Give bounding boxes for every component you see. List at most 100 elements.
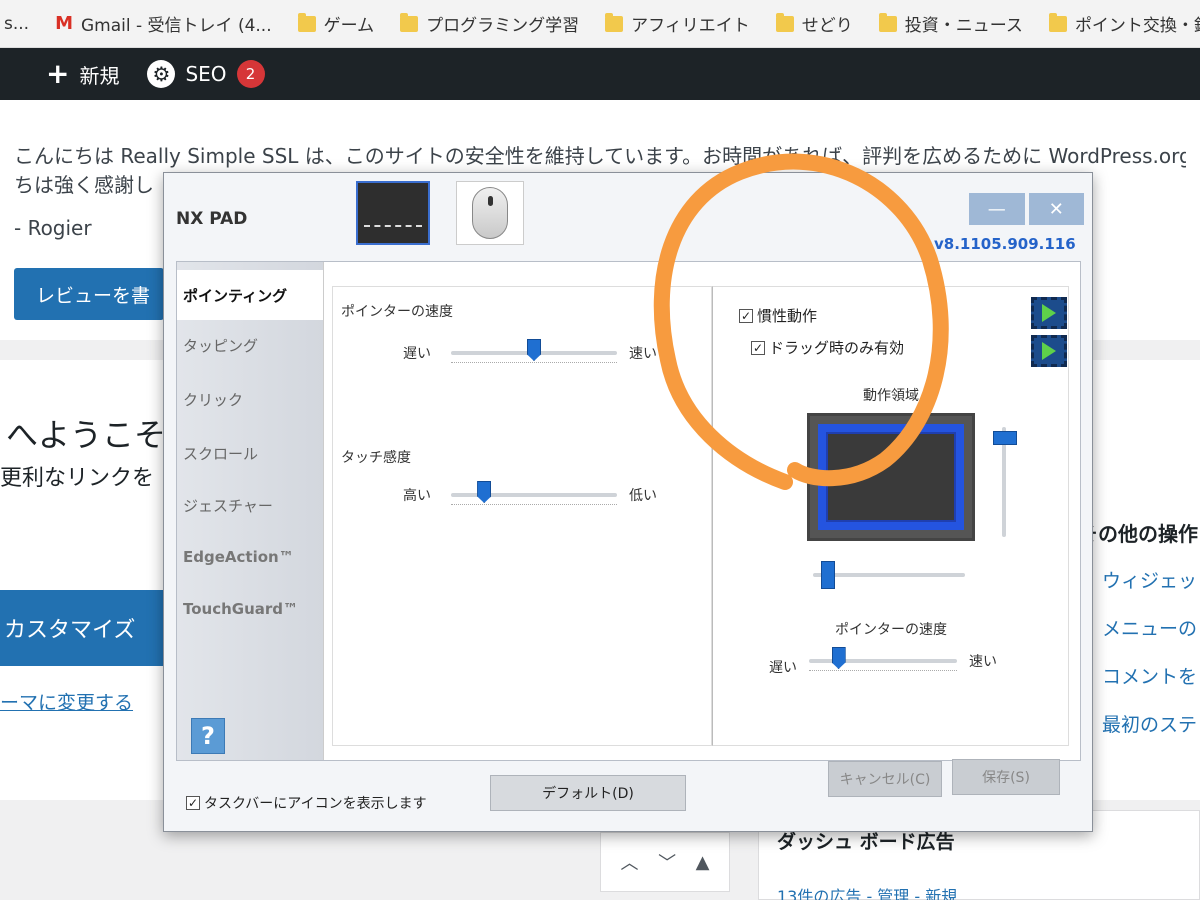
bookmark-label: プログラミング学習 bbox=[426, 16, 580, 36]
checkbox-icon: ✓ bbox=[739, 308, 753, 323]
touch-sensitivity-min: 高い bbox=[403, 488, 431, 504]
bookmark-folder-affiliate[interactable]: アフィリエイト bbox=[605, 11, 750, 36]
op-label: メニューの bbox=[1102, 618, 1198, 640]
welcome-subtitle: 更利なリンクを bbox=[0, 466, 155, 491]
inertia-settings-pane: ✓ 慣性動作 ✓ ドラッグ時のみ有効 動作領域 ポインターの速度 遅い 速い bbox=[712, 286, 1069, 746]
inertia-speed-max: 速い bbox=[969, 654, 997, 670]
new-content-menu[interactable]: + 新規 bbox=[46, 60, 119, 89]
bookmark-label: Gmail - 受信トレイ (4... bbox=[81, 16, 272, 36]
nx-pad-dialog: NX PAD — ✕ v8.1105.909.116 ポインティング タッピング… bbox=[163, 172, 1093, 832]
welcome-title: へようこそ bbox=[6, 416, 167, 454]
bookmark-folder-sedori[interactable]: せどり bbox=[775, 11, 853, 36]
new-label: 新規 bbox=[79, 63, 120, 88]
notification-badge: 2 bbox=[236, 60, 265, 88]
touchpad-tab-icon[interactable] bbox=[356, 181, 430, 245]
nav-pointing[interactable]: ポインティング bbox=[177, 270, 323, 320]
folder-icon bbox=[297, 12, 316, 32]
plus-icon: + bbox=[46, 57, 70, 90]
toggle-arrow-icon[interactable]: ▲ bbox=[696, 852, 710, 873]
dialog-title: NX PAD bbox=[176, 209, 248, 229]
checkbox-icon: ✓ bbox=[186, 796, 200, 810]
area-vertical-slider[interactable] bbox=[993, 431, 1017, 445]
inertia-speed-min: 遅い bbox=[769, 660, 797, 676]
pointer-speed-max: 速い bbox=[629, 346, 657, 362]
mouse-tab[interactable] bbox=[456, 181, 524, 245]
folder-icon bbox=[1048, 12, 1067, 32]
version-label: v8.1105.909.116 bbox=[934, 235, 1076, 253]
other-actions-title: その他の操作 bbox=[1078, 522, 1198, 546]
bookmarks-bar: s... M Gmail - 受信トレイ (4... ゲーム プログラミング学習 … bbox=[0, 0, 1200, 48]
bookmark-label: ゲーム bbox=[323, 16, 375, 36]
gear-icon: ⚙ bbox=[147, 60, 176, 88]
taskbar-icon-checkbox[interactable]: ✓ タスクバーにアイコンを表示します bbox=[186, 793, 427, 813]
folder-icon bbox=[878, 12, 897, 32]
minimize-button[interactable]: — bbox=[969, 193, 1025, 225]
checkbox-icon: ✓ bbox=[751, 340, 765, 355]
close-button[interactable]: ✕ bbox=[1028, 193, 1084, 225]
review-button[interactable]: レビューを書 bbox=[14, 268, 164, 320]
taskbar-icon-label: タスクバーにアイコンを表示します bbox=[204, 796, 427, 812]
pointer-speed-label: ポインターの速度 bbox=[341, 304, 453, 320]
drag-only-checkbox[interactable]: ✓ ドラッグ時のみ有効 bbox=[751, 337, 904, 358]
widget-order-controls: ︿ ﹀ ▲ bbox=[600, 832, 730, 892]
nav-gesture[interactable]: ジェスチャー bbox=[177, 480, 323, 530]
inertia-label: 慣性動作 bbox=[757, 307, 818, 325]
notice-text: こんにちは Really Simple SSL は、このサイトの安全性を維持して… bbox=[14, 144, 1186, 168]
inertia-checkbox[interactable]: ✓ 慣性動作 bbox=[739, 305, 817, 326]
default-button[interactable]: デフォルト(D) bbox=[490, 775, 686, 811]
settings-nav: ポインティング タッピング クリック スクロール ジェスチャー EdgeActi… bbox=[177, 262, 323, 760]
bookmark-label: s... bbox=[4, 13, 30, 34]
drag-only-label: ドラッグ時のみ有効 bbox=[769, 339, 905, 357]
area-horizontal-track[interactable] bbox=[813, 573, 965, 577]
area-outer bbox=[818, 424, 964, 530]
op-label: 最初のステ bbox=[1102, 714, 1198, 736]
pointing-settings: ポインターの速度 遅い 速い タッチ感度 高い 低い ✓ 慣性動作 ✓ ドラッグ… bbox=[323, 262, 1080, 760]
play-video-icon[interactable] bbox=[1031, 297, 1067, 329]
folder-icon bbox=[605, 12, 624, 32]
bookmark-folder-programming[interactable]: プログラミング学習 bbox=[400, 11, 579, 36]
touch-sensitivity-label: タッチ感度 bbox=[341, 450, 411, 466]
nav-touchguard[interactable]: TouchGuard™ bbox=[177, 584, 323, 634]
bookmark-0[interactable]: s... bbox=[4, 14, 29, 34]
nav-scroll[interactable]: スクロール bbox=[177, 428, 323, 478]
bookmark-folder-investment[interactable]: 投資・ニュース bbox=[878, 11, 1023, 36]
bookmark-gmail[interactable]: M Gmail - 受信トレイ (4... bbox=[55, 11, 272, 36]
gmail-icon: M bbox=[55, 13, 73, 34]
bookmark-folder-points[interactable]: ポイント交換・銀行 bbox=[1048, 11, 1200, 36]
play-video-icon[interactable] bbox=[1031, 335, 1067, 367]
pointer-settings-pane: ポインターの速度 遅い 速い タッチ感度 高い 低い bbox=[332, 286, 712, 746]
op-label: ウィジェッ bbox=[1102, 570, 1198, 592]
dashboard-ad-links[interactable]: 13件の広告 - 管理 - 新規 bbox=[777, 883, 957, 900]
change-theme-link[interactable]: ーマに変更する bbox=[0, 688, 133, 715]
save-button[interactable]: 保存(S) bbox=[952, 759, 1060, 795]
nav-click[interactable]: クリック bbox=[177, 374, 323, 424]
seo-menu[interactable]: ⚙ SEO 2 bbox=[147, 60, 265, 88]
chevron-down-icon[interactable]: ﹀ bbox=[658, 849, 676, 875]
bookmark-label: ポイント交換・銀行 bbox=[1074, 16, 1200, 36]
touch-sensitivity-ticks bbox=[451, 499, 617, 505]
customize-button[interactable]: カスタマイズ bbox=[0, 590, 175, 666]
bookmark-label: せどり bbox=[801, 16, 853, 36]
nav-tapping[interactable]: タッピング bbox=[177, 320, 323, 370]
op-label: コメントを bbox=[1102, 666, 1198, 688]
nav-edgeaction[interactable]: EdgeAction™ bbox=[177, 532, 323, 582]
bookmark-folder-game[interactable]: ゲーム bbox=[297, 11, 375, 36]
inertia-speed-track[interactable] bbox=[809, 659, 957, 663]
folder-icon bbox=[400, 12, 419, 32]
touch-sensitivity-track[interactable] bbox=[451, 493, 617, 497]
bookmark-label: 投資・ニュース bbox=[904, 16, 1023, 36]
help-button[interactable]: ? bbox=[191, 718, 225, 754]
seo-label: SEO bbox=[185, 62, 227, 86]
folder-icon bbox=[775, 12, 794, 32]
touch-sensitivity-max: 低い bbox=[629, 488, 657, 504]
dialog-body: ポインティング タッピング クリック スクロール ジェスチャー EdgeActi… bbox=[176, 261, 1081, 761]
area-label: 動作領域 bbox=[863, 388, 919, 404]
pointer-speed-min: 遅い bbox=[403, 346, 431, 362]
chevron-up-icon[interactable]: ︿ bbox=[621, 849, 639, 875]
inertia-speed-label: ポインターの速度 bbox=[835, 622, 947, 638]
window-controls: — ✕ bbox=[969, 193, 1084, 225]
cancel-button[interactable]: キャンセル(C) bbox=[828, 761, 942, 797]
area-inner bbox=[826, 432, 956, 522]
area-horizontal-slider[interactable] bbox=[821, 561, 836, 589]
mouse-icon bbox=[472, 187, 508, 239]
